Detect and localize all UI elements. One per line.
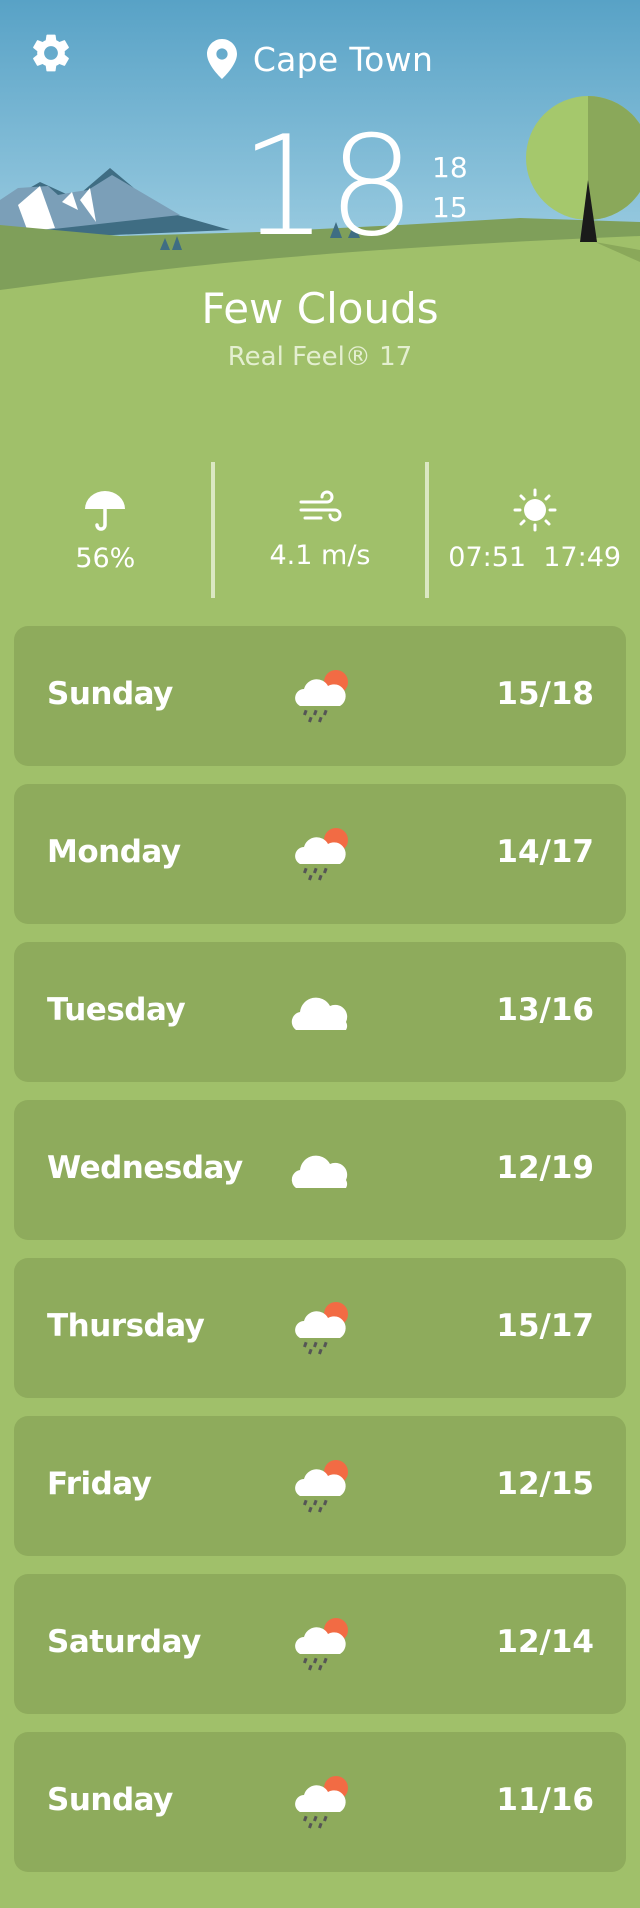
- forecast-day-name: Sunday: [47, 676, 173, 712]
- forecast-day-temps: 12/14: [496, 1624, 594, 1660]
- forecast-day-temps: 15/17: [496, 1308, 594, 1344]
- forecast-day-row[interactable]: Sunday 11/16: [14, 1732, 626, 1872]
- forecast-day-name: Friday: [47, 1466, 152, 1502]
- location-header[interactable]: Cape Town: [0, 34, 640, 84]
- real-feel: Real Feel® 17: [227, 342, 413, 372]
- high-low-temps: 18 15: [432, 148, 468, 228]
- rain-sun-icon: [284, 1614, 364, 1674]
- umbrella-icon: [85, 490, 126, 531]
- rain-sun-icon: [284, 666, 364, 726]
- wind-stat: 4.1 m/s: [215, 462, 426, 598]
- weather-condition: Few Clouds: [201, 284, 439, 333]
- forecast-day-temps: 11/16: [496, 1782, 594, 1818]
- wind-icon: [299, 490, 342, 521]
- precipitation-stat: 56%: [0, 462, 211, 598]
- forecast-list: Sunday 15/18 Monday 14/17 Tuesday 13/16 …: [14, 626, 626, 1890]
- sun-icon: [513, 488, 557, 531]
- forecast-day-row[interactable]: Wednesday 12/19: [14, 1100, 626, 1240]
- rain-sun-icon: [284, 1298, 364, 1358]
- forecast-day-name: Tuesday: [47, 992, 186, 1028]
- forecast-day-name: Monday: [47, 834, 181, 870]
- city-name: Cape Town: [252, 39, 434, 79]
- forecast-day-name: Sunday: [47, 1782, 173, 1818]
- weather-stats: 56% 4.1 m/s 07:51 17:49: [0, 462, 640, 598]
- forecast-day-temps: 12/15: [496, 1466, 594, 1502]
- forecast-day-row[interactable]: Monday 14/17: [14, 784, 626, 924]
- forecast-day-name: Saturday: [47, 1624, 201, 1660]
- forecast-day-row[interactable]: Saturday 12/14: [14, 1574, 626, 1714]
- location-pin-icon: [206, 39, 237, 79]
- cloud-icon: [284, 1140, 364, 1200]
- current-temperature: 18: [240, 106, 416, 267]
- forecast-day-temps: 12/19: [496, 1150, 594, 1186]
- sun-times-stat: 07:51 17:49: [429, 462, 640, 598]
- precipitation-value: 56%: [75, 542, 136, 574]
- forecast-day-name: Wednesday: [47, 1150, 243, 1186]
- forecast-day-temps: 14/17: [496, 834, 594, 870]
- low-temp: 15: [432, 191, 468, 224]
- forecast-day-row[interactable]: Tuesday 13/16: [14, 942, 626, 1082]
- cloud-icon: [284, 982, 364, 1042]
- forecast-day-row[interactable]: Thursday 15/17: [14, 1258, 626, 1398]
- wind-value: 4.1 m/s: [269, 539, 371, 571]
- sun-times-value: 07:51 17:49: [448, 541, 622, 573]
- forecast-day-name: Thursday: [47, 1308, 205, 1344]
- forecast-day-row[interactable]: Sunday 15/18: [14, 626, 626, 766]
- rain-sun-icon: [284, 824, 364, 884]
- forecast-day-temps: 15/18: [496, 676, 594, 712]
- high-temp: 18: [432, 151, 468, 184]
- forecast-day-temps: 13/16: [496, 992, 594, 1028]
- rain-sun-icon: [284, 1456, 364, 1516]
- rain-sun-icon: [284, 1772, 364, 1832]
- forecast-day-row[interactable]: Friday 12/15: [14, 1416, 626, 1556]
